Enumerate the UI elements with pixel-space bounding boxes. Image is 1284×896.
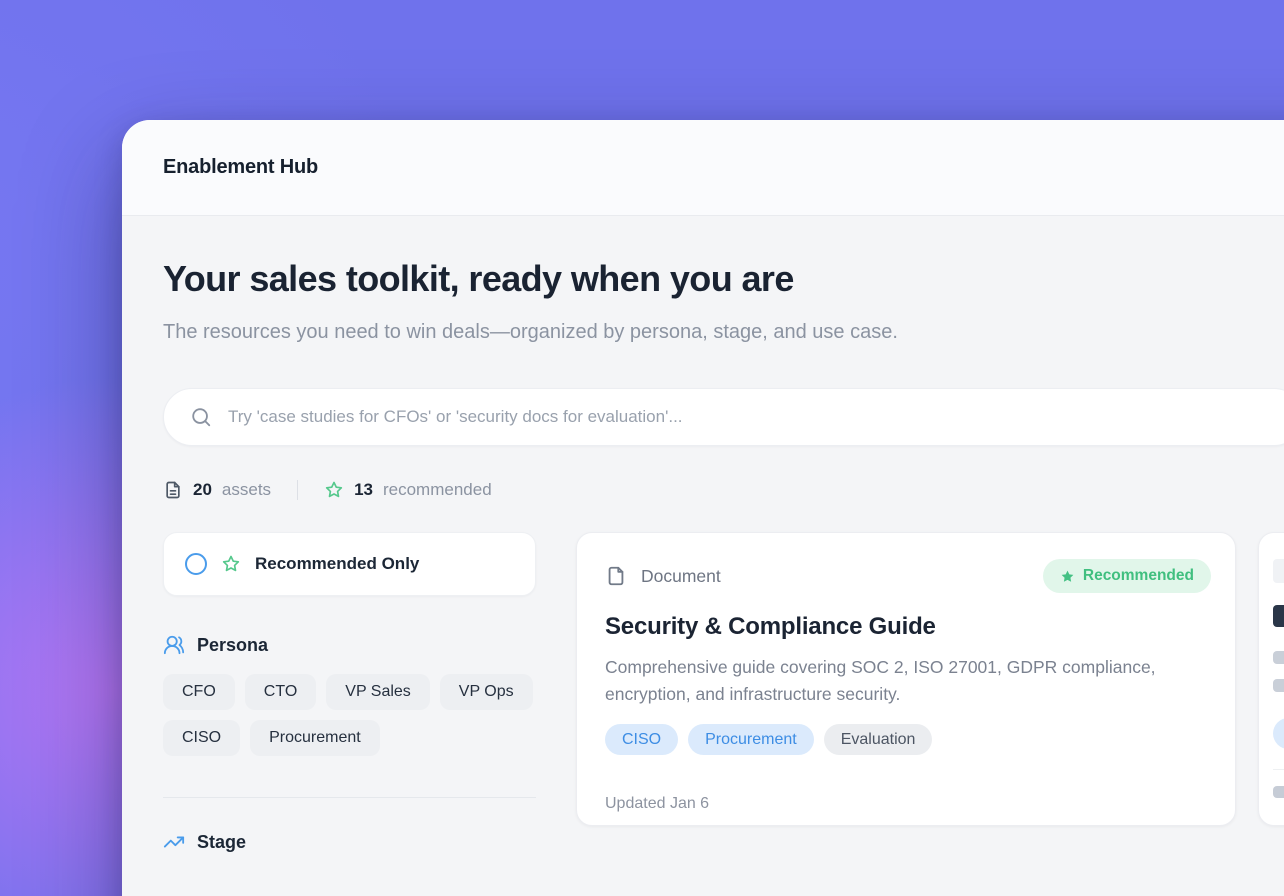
persona-chip-vp-sales[interactable]: VP Sales — [326, 674, 430, 710]
document-icon — [163, 480, 183, 500]
card-type-label: Document — [641, 566, 721, 587]
stats-row: 20 assets 13 recommended — [163, 480, 1284, 500]
search-bar[interactable] — [163, 388, 1284, 446]
clipped-card-title-fragment — [1273, 605, 1284, 627]
recommended-count: 13 recommended — [324, 480, 492, 500]
trending-up-icon — [163, 831, 185, 853]
persona-chip-ciso[interactable]: CISO — [163, 720, 240, 756]
asset-card-clipped[interactable] — [1258, 532, 1284, 826]
asset-card-security-compliance[interactable]: Document Recommended Security & Complian… — [576, 532, 1236, 826]
recommended-only-toggle[interactable]: Recommended Only — [163, 532, 536, 596]
card-tag-list: CISO Procurement Evaluation — [605, 724, 1211, 755]
desktop-background: Enablement Hub Your sales toolkit, ready… — [0, 0, 1284, 896]
card-header-row: Document Recommended — [605, 559, 1211, 593]
card-title: Security & Compliance Guide — [605, 613, 1211, 641]
persona-section-label: Persona — [197, 635, 268, 656]
stage-section-header: Stage — [163, 831, 536, 853]
filters-sidebar: Recommended Only Persona CFO CTO VP Sale… — [163, 532, 536, 853]
stage-section-label: Stage — [197, 832, 246, 853]
card-tag-procurement[interactable]: Procurement — [688, 724, 814, 755]
page-subtitle: The resources you need to win deals—orga… — [163, 312, 953, 352]
card-tag-ciso[interactable]: CISO — [605, 724, 678, 755]
clipped-card-text-fragment — [1273, 679, 1284, 692]
card-updated-date: Updated Jan 6 — [605, 782, 1211, 826]
persona-section-header: Persona — [163, 634, 536, 656]
content-columns: Recommended Only Persona CFO CTO VP Sale… — [163, 532, 1284, 853]
recommended-badge-label: Recommended — [1083, 567, 1194, 585]
persona-chip-vp-ops[interactable]: VP Ops — [440, 674, 533, 710]
clipped-card-icon-fragment — [1273, 559, 1284, 583]
persona-chip-cfo[interactable]: CFO — [163, 674, 235, 710]
recommended-only-label: Recommended Only — [255, 554, 419, 574]
window-header: Enablement Hub — [122, 120, 1284, 216]
persona-chip-procurement[interactable]: Procurement — [250, 720, 380, 756]
assets-count-value: 20 — [193, 480, 212, 500]
app-window: Enablement Hub Your sales toolkit, ready… — [122, 120, 1284, 896]
star-icon — [221, 554, 241, 574]
window-body: Your sales toolkit, ready when you are T… — [122, 216, 1284, 853]
assets-count-label: assets — [222, 480, 271, 500]
recommended-badge: Recommended — [1043, 559, 1211, 593]
assets-count: 20 assets — [163, 480, 271, 500]
stats-divider — [297, 480, 298, 500]
file-icon — [605, 565, 627, 587]
card-description: Comprehensive guide covering SOC 2, ISO … — [605, 654, 1187, 708]
persona-chip-cto[interactable]: CTO — [245, 674, 316, 710]
clipped-card-updated-fragment — [1273, 786, 1284, 798]
card-tag-evaluation[interactable]: Evaluation — [824, 724, 933, 755]
sidebar-divider — [163, 797, 536, 798]
star-icon — [324, 480, 344, 500]
recommended-count-label: recommended — [383, 480, 492, 500]
radio-circle-icon[interactable] — [185, 553, 207, 575]
clipped-card-divider-fragment — [1273, 769, 1284, 770]
clipped-card-tag-fragment — [1273, 718, 1284, 749]
recommended-count-value: 13 — [354, 480, 373, 500]
clipped-card-text-fragment — [1273, 651, 1284, 664]
page-title: Your sales toolkit, ready when you are — [163, 258, 1284, 300]
search-icon — [190, 406, 212, 428]
star-icon — [1060, 569, 1075, 584]
persona-chip-group: CFO CTO VP Sales VP Ops CISO Procurement — [163, 674, 536, 756]
users-icon — [163, 634, 185, 656]
search-input[interactable] — [226, 406, 1276, 428]
app-title: Enablement Hub — [163, 156, 318, 179]
asset-card-list: Document Recommended Security & Complian… — [576, 532, 1284, 826]
